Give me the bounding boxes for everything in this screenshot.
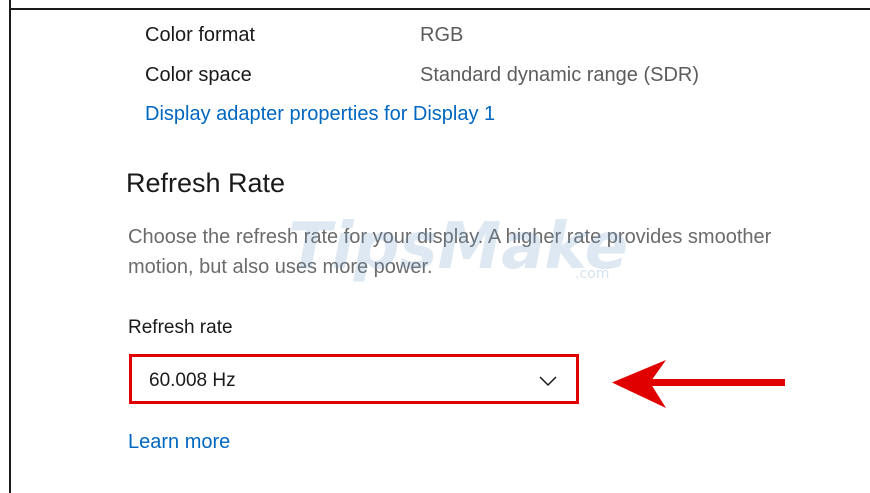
refresh-rate-description: Choose the refresh rate for your display… <box>128 226 772 278</box>
window-border-top <box>9 8 870 10</box>
property-value: Standard dynamic range (SDR) <box>420 64 700 86</box>
chevron-down-icon[interactable] <box>538 371 558 391</box>
display-adapter-properties-link[interactable]: Display adapter properties for Display 1 <box>145 103 495 126</box>
property-value: RGB <box>420 24 464 46</box>
property-label: Color format <box>145 24 256 46</box>
learn-more-link[interactable]: Learn more <box>128 431 230 454</box>
property-label: Color space <box>145 64 252 86</box>
refresh-rate-heading: Refresh Rate <box>126 168 286 198</box>
red-arrow-annotation <box>612 360 785 408</box>
refresh-rate-selected-value: 60.008 Hz <box>149 370 236 391</box>
window-border-left <box>9 0 11 493</box>
refresh-rate-dropdown[interactable]: 60.008 Hz <box>129 354 579 404</box>
refresh-rate-label: Refresh rate <box>128 317 233 338</box>
